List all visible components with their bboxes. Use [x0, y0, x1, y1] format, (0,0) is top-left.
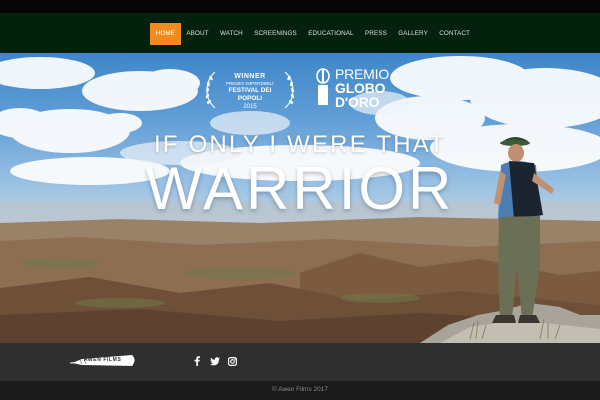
instagram-icon[interactable] [227, 354, 238, 368]
copyright-bar: © Awen Films 2017 [0, 381, 600, 400]
laurel-right-icon [284, 71, 295, 109]
globo-trophy-icon [316, 68, 330, 105]
award-festival-name: FESTIVAL DEI POPOLI [228, 87, 272, 102]
award-year: 2015 [243, 104, 257, 110]
festival-award-laurel: WINNER PREMIO 'IMPERDIBILI' FESTIVAL DEI… [204, 68, 296, 112]
nav-item-press[interactable]: PRESS [359, 23, 392, 45]
globo-premio-label: PREMIO [335, 66, 390, 82]
logo-text: AWEN FILMS [84, 357, 122, 363]
film-title-line2: WARRIOR [145, 155, 455, 222]
main-navigation: HOME ABOUT WATCH SCREENINGS EDUCATIONAL … [0, 13, 600, 53]
nav-item-watch[interactable]: WATCH [214, 23, 248, 45]
social-links [191, 354, 238, 368]
page: HOME ABOUT WATCH SCREENINGS EDUCATIONAL … [0, 0, 600, 400]
nav-item-educational[interactable]: EDUCATIONAL [303, 23, 360, 45]
facebook-icon[interactable] [191, 354, 202, 368]
footer: AWEN FILMS [0, 343, 600, 381]
copyright-text: © Awen Films 2017 [272, 386, 328, 393]
nav-item-contact[interactable]: CONTACT [434, 23, 476, 45]
globo-globo-label: GLOBO [335, 80, 386, 96]
nav-menu: HOME ABOUT WATCH SCREENINGS EDUCATIONAL … [150, 23, 476, 45]
nav-item-gallery[interactable]: GALLERY [393, 23, 434, 45]
nav-item-about[interactable]: ABOUT [181, 23, 215, 45]
award-winner-label: WINNER [234, 73, 266, 80]
premio-globo-doro-badge: PREMIO GLOBO D'ORO [316, 66, 396, 112]
nav-item-home[interactable]: HOME [150, 23, 181, 45]
nav-item-screenings[interactable]: SCREENINGS [249, 23, 303, 45]
laurel-left-icon [205, 71, 216, 109]
hero-banner: WINNER PREMIO 'IMPERDIBILI' FESTIVAL DEI… [0, 53, 600, 343]
twitter-icon[interactable] [209, 354, 220, 368]
globo-doro-label: D'ORO [335, 94, 380, 110]
awen-films-logo[interactable]: AWEN FILMS [69, 352, 138, 372]
top-strip [0, 0, 600, 13]
